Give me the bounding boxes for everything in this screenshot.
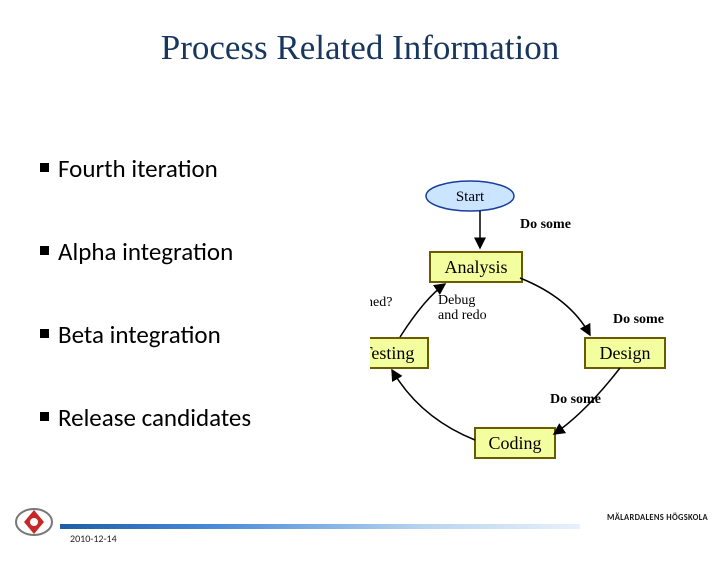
label-do-some-3: Do some	[550, 392, 601, 407]
label-debug-redo: Debug and redo	[438, 293, 487, 323]
bullet-item: Beta integration	[40, 319, 251, 350]
bullet-list: Fourth iteration Alpha integration Beta …	[40, 153, 251, 485]
footer-divider	[60, 524, 580, 529]
process-diagram: Start Analysis Design Coding Testing Do …	[370, 178, 710, 488]
node-analysis-label: Analysis	[445, 257, 508, 277]
label-do-some-2: Do some	[613, 312, 664, 327]
node-testing-label: Testing	[370, 343, 414, 363]
footer-date: 2010-12-14	[70, 532, 117, 545]
node-start-label: Start	[456, 189, 485, 205]
bullet-item: Fourth iteration	[40, 153, 251, 184]
bullet-item: Alpha integration	[40, 236, 251, 267]
malardalens-logo: MÄLARDALENS HÖGSKOLA	[588, 504, 708, 532]
edge-coding-testing	[392, 370, 475, 440]
fer-logo	[14, 506, 54, 538]
label-finished: Finished?	[370, 295, 392, 310]
label-do-some-1: Do some	[520, 217, 571, 232]
node-coding-label: Coding	[488, 433, 541, 453]
edge-analysis-design	[520, 278, 590, 335]
slide-title: Process Related Information	[0, 28, 720, 68]
bullet-item: Release candidates	[40, 402, 251, 433]
malardalens-logo-text: MÄLARDALENS HÖGSKOLA	[607, 513, 708, 523]
node-design-label: Design	[600, 343, 651, 363]
footer: 2010-12-14 MÄLARDALENS HÖGSKOLA	[0, 508, 720, 550]
